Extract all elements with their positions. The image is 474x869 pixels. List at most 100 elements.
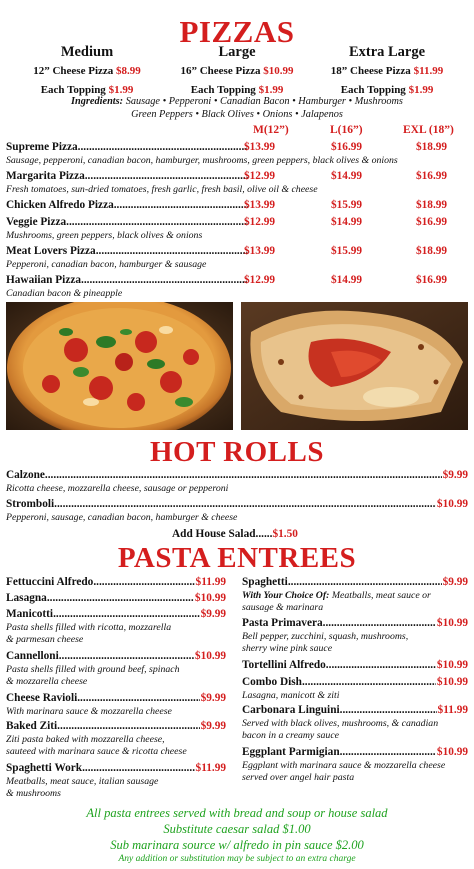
menu-item-eggplant-parmigian: Eggplant Parmigian......................…	[242, 746, 468, 758]
topping-label: Each Topping	[190, 84, 256, 96]
desc-line: sauteed with marinara sauce & ricotta ch…	[6, 746, 187, 757]
price-large: $15.99	[331, 199, 363, 211]
price-medium: $13.99	[244, 245, 276, 257]
item-description: Pepperoni, canadian bacon, hamburger & s…	[6, 259, 207, 270]
cheese-price: $11.99	[413, 65, 444, 77]
menu-item-margarita-pizza: Margarita Pizza.........................…	[6, 170, 448, 182]
desc-line: Ziti pasta baked with mozzarella cheese,	[6, 734, 165, 745]
desc-line: Pasta shells filled with ground beef, sp…	[6, 664, 180, 675]
item-description: Pasta shells filled with ricotta, mozzar…	[6, 622, 171, 646]
item-name: Lasagna	[6, 592, 47, 604]
item-name: Chicken Alfredo Pizza	[6, 199, 114, 211]
desc-line: Eggplant with marinara sauce & mozzarell…	[242, 760, 446, 771]
desc-line: Meatballs, meat sauce or	[331, 590, 431, 601]
item-price: $9.99	[199, 608, 226, 620]
cheese-label: 12” Cheese Pizza	[33, 65, 114, 77]
ingredients-line-2: Green Peppers • Black Olives • Onions • …	[131, 109, 343, 120]
item-price: $10.99	[193, 650, 226, 662]
desc-line: & mozzarella cheese	[6, 676, 88, 687]
menu-item-baked-ziti: Baked Ziti..............................…	[6, 720, 226, 732]
add-salad-price: $1.50	[272, 528, 298, 540]
item-description: With Your Choice Of: Meatballs, meat sau…	[242, 590, 431, 614]
menu-item-veggie-pizza: Veggie Pizza............................…	[6, 216, 448, 228]
item-name: Baked Ziti	[6, 720, 58, 732]
item-name: Fettuccini Alfredo	[6, 576, 94, 588]
price-xl: $16.99	[416, 170, 448, 182]
price-large: $14.99	[331, 216, 363, 228]
menu-item-manicotti: Manicotti...............................…	[6, 608, 226, 620]
price-large: $16.99	[331, 141, 363, 153]
item-name: Cheese Ravioli	[6, 692, 78, 704]
desc-line: & parmesan cheese	[6, 634, 84, 645]
item-price: $10.99	[435, 746, 468, 758]
item-name: Combo Dish	[242, 676, 302, 688]
menu-item-stromboli: Stromboli...............................…	[6, 498, 468, 510]
item-name: Margarita Pizza	[6, 170, 85, 182]
item-price: $11.99	[194, 762, 226, 774]
menu-item-tortellini-alfredo: Tortellini Alfredo......................…	[242, 659, 468, 671]
menu-item-fettuccini-alfredo: Fettuccini Alfredo......................…	[6, 576, 226, 588]
col-header-large: L(16”)	[330, 124, 363, 136]
item-name: Pasta Primavera	[242, 617, 323, 629]
item-name: Tortellini Alfredo	[242, 659, 326, 671]
item-price: $10.99	[193, 592, 226, 604]
desc-line: bacon in a creamy sauce	[242, 730, 340, 741]
desc-line: With marinara sauce & mozzarella cheese	[6, 706, 172, 717]
item-name: Cannelloni	[6, 650, 59, 662]
menu-item-calzone: Calzone.................................…	[6, 469, 468, 481]
price-medium: $13.99	[244, 141, 276, 153]
item-name: Spaghetti Work	[6, 762, 83, 774]
footer-line-3: Sub marinara source w/ alfredo in pin sa…	[110, 838, 364, 852]
size-medium: Medium 12” Cheese Pizza $8.99 Each Toppi…	[8, 44, 166, 99]
item-description: Meatballs, meat sauce, italian sausage &…	[6, 776, 158, 800]
price-large: $15.99	[331, 245, 363, 257]
item-name: Veggie Pizza	[6, 216, 67, 228]
price-large: $14.99	[331, 274, 363, 286]
choice-label: With Your Choice Of:	[242, 590, 330, 601]
item-price: $11.99	[194, 576, 226, 588]
item-description: Sausage, pepperoni, canadian bacon, hamb…	[6, 155, 398, 166]
price-xl: $18.99	[416, 199, 448, 211]
item-name: Stromboli	[6, 498, 55, 510]
item-price: $10.99	[435, 659, 468, 671]
ingredients-list: Sausage • Pepperoni • Canadian Bacon • H…	[125, 96, 403, 107]
item-description: With marinara sauce & mozzarella cheese	[6, 706, 172, 718]
menu-item-lasagna: Lasagna.................................…	[6, 592, 226, 604]
price-medium: $12.99	[244, 170, 276, 182]
topping-label: Each Topping	[340, 84, 406, 96]
item-description: Pepperoni, sausage, canadian bacon, hamb…	[6, 512, 238, 523]
item-price: $11.99	[436, 704, 468, 716]
add-salad-label: Add House Salad......	[172, 528, 273, 540]
item-price: $9.99	[199, 692, 226, 704]
menu-item-chicken-alfredo-pizza: Chicken Alfredo Pizza...................…	[6, 199, 448, 211]
item-description: Mushrooms, green peppers, black olives &…	[6, 230, 203, 241]
price-xl: $16.99	[416, 216, 448, 228]
menu-item-hawaiian-pizza: Hawaiian Pizza..........................…	[6, 274, 448, 286]
desc-line: sherry wine pink sauce	[242, 643, 333, 654]
calzone-photo	[241, 302, 468, 430]
menu-item-supreme-pizza: Supreme Pizza...........................…	[6, 141, 448, 153]
price-large: $14.99	[331, 170, 363, 182]
menu-item-carbonara-linguini: Carbonara Linguini......................…	[242, 704, 468, 716]
col-header-medium: M(12”)	[253, 124, 289, 136]
item-price: $9.99	[199, 720, 226, 732]
price-medium: $12.99	[244, 274, 276, 286]
hot-rolls-title: HOT ROLLS	[150, 436, 324, 468]
item-description: Ziti pasta baked with mozzarella cheese,…	[6, 734, 187, 758]
price-xl: $18.99	[416, 141, 448, 153]
topping-price: $1.99	[408, 84, 434, 96]
desc-line: Lasagna, manicott & ziti	[242, 690, 340, 701]
desc-line: Meatballs, meat sauce, italian sausage	[6, 776, 159, 787]
item-price: $9.99	[441, 469, 468, 481]
desc-line: Bell pepper, zucchini, squash, mushrooms…	[242, 631, 409, 642]
item-name: Manicotti	[6, 608, 54, 620]
footer-line-1: All pasta entrees served with bread and …	[86, 806, 388, 820]
menu-item-cheese-ravioli: Cheese Ravioli..........................…	[6, 692, 226, 704]
col-header-xl: EXL (18”)	[403, 124, 454, 136]
menu-item-pasta-primavera: Pasta Primavera.........................…	[242, 617, 468, 629]
size-name: Medium	[60, 44, 114, 60]
item-name: Eggplant Parmigian	[242, 746, 340, 758]
size-name: Extra Large	[348, 44, 426, 60]
desc-line: served over angel hair pasta	[242, 772, 355, 783]
desc-line: Pasta shells filled with ricotta, mozzar…	[6, 622, 172, 633]
